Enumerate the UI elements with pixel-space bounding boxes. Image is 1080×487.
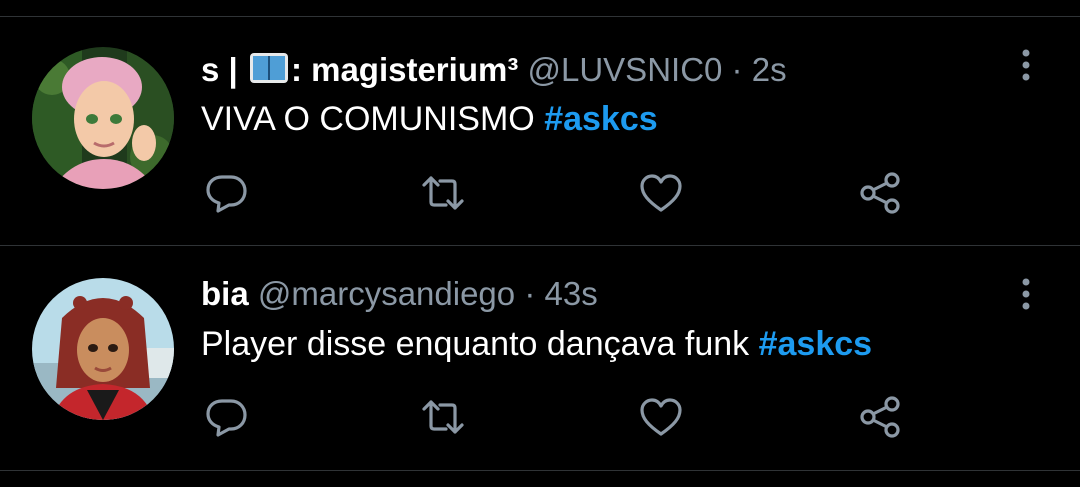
timestamp[interactable]: 43s [544, 275, 597, 312]
separator-dot: · [731, 51, 743, 88]
more-vertical-icon[interactable] [1010, 45, 1042, 85]
hashtag-link[interactable]: #askcs [544, 100, 657, 138]
more-vertical-icon[interactable] [1010, 274, 1042, 314]
tweet-body: Player disse enquanto dançava funk [201, 325, 750, 363]
share-icon[interactable] [857, 394, 903, 440]
timestamp[interactable]: 2s [752, 51, 787, 88]
retweet-icon[interactable] [420, 394, 466, 440]
tweet[interactable]: bia @marcysandiego · 43s Player disse en… [0, 246, 1080, 470]
tweet-body: VIVA O COMUNISMO [201, 100, 535, 138]
tweet-text: VIVA O COMUNISMO #askcs [201, 99, 658, 139]
retweet-icon[interactable] [420, 170, 466, 216]
display-name[interactable]: bia [201, 275, 249, 312]
avatar[interactable] [32, 47, 174, 189]
tweet[interactable]: s | : magisterium³ @LUVSNIC0 · 2s VIVA O… [0, 0, 1080, 245]
hashtag-link[interactable]: #askcs [759, 325, 872, 363]
reply-icon[interactable] [204, 394, 250, 440]
reply-icon[interactable] [204, 170, 250, 216]
tweet-header: bia @marcysandiego · 43s [201, 274, 598, 314]
tweet-header: s | : magisterium³ @LUVSNIC0 · 2s [201, 50, 787, 94]
display-name[interactable]: s | : magisterium³ [201, 51, 518, 88]
user-handle[interactable]: @LUVSNIC0 [527, 51, 722, 88]
bottom-divider [0, 470, 1080, 471]
tweet-text: Player disse enquanto dançava funk #askc… [201, 324, 872, 364]
separator-dot: · [524, 275, 536, 312]
user-handle[interactable]: @marcysandiego [258, 275, 515, 312]
avatar[interactable] [32, 278, 174, 420]
heart-icon[interactable] [638, 394, 684, 440]
share-icon[interactable] [857, 170, 903, 216]
open-book-emoji-icon [249, 51, 289, 94]
heart-icon[interactable] [638, 170, 684, 216]
